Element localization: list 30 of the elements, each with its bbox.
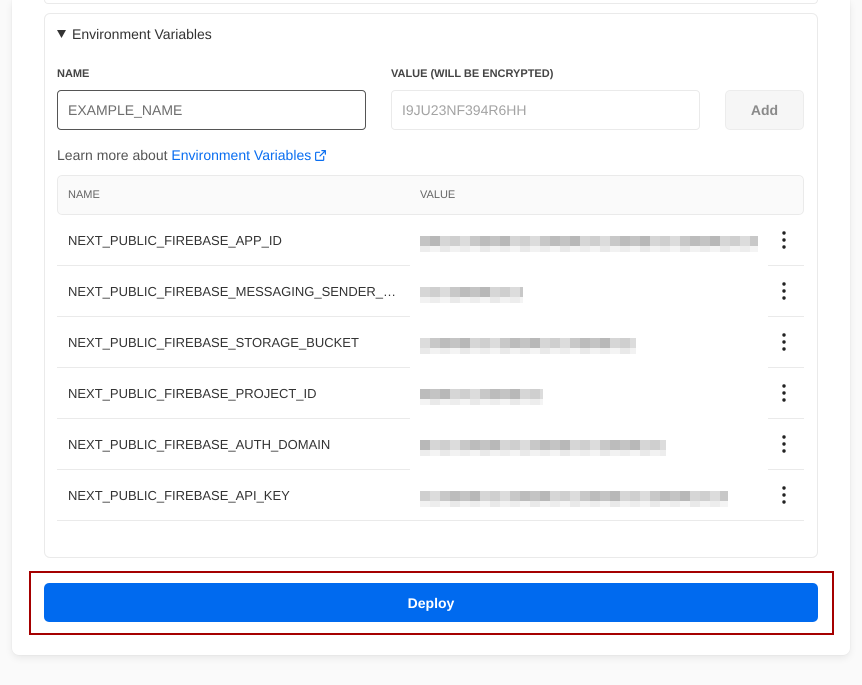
deploy-button[interactable]: Deploy xyxy=(44,583,818,622)
kebab-menu-icon xyxy=(782,282,786,300)
docs-link[interactable]: Environment Variables xyxy=(171,145,326,165)
variable-name: NEXT_PUBLIC_FIREBASE_MESSAGING_SENDER_… xyxy=(67,284,396,298)
row-menu-button[interactable] xyxy=(782,384,786,402)
row-menu-button[interactable] xyxy=(782,231,786,249)
value-input[interactable]: I9JU23NF394R6HH xyxy=(391,90,700,130)
row-menu-button[interactable] xyxy=(782,435,786,453)
row-menu-button[interactable] xyxy=(782,282,786,300)
kebab-menu-icon xyxy=(782,435,786,453)
section-toggle[interactable]: Environment Variables xyxy=(57,24,212,44)
field-label: VALUE (WILL BE ENCRYPTED) xyxy=(391,67,554,81)
learn-more-text: Learn more about Environment Variables xyxy=(57,145,804,165)
column-header: NAME xyxy=(67,189,100,201)
external-link-icon xyxy=(315,150,326,160)
variable-name: NEXT_PUBLIC_FIREBASE_API_KEY xyxy=(67,488,290,502)
row-menu-button[interactable] xyxy=(782,486,786,504)
name-input[interactable]: EXAMPLE_NAME xyxy=(57,90,366,130)
kebab-menu-icon xyxy=(782,333,786,351)
variable-name: NEXT_PUBLIC_FIREBASE_AUTH_DOMAIN xyxy=(67,436,330,452)
variable-name: NEXT_PUBLIC_FIREBASE_APP_ID xyxy=(67,232,282,248)
variable-name: NEXT_PUBLIC_FIREBASE_STORAGE_BUCKET xyxy=(67,334,359,350)
row-menu-button[interactable] xyxy=(782,333,786,351)
variable-name: NEXT_PUBLIC_FIREBASE_PROJECT_ID xyxy=(67,386,317,400)
kebab-menu-icon xyxy=(782,384,786,402)
kebab-menu-icon xyxy=(782,486,786,504)
caret-down-icon xyxy=(57,30,66,38)
field-label: NAME xyxy=(57,67,90,81)
kebab-menu-icon xyxy=(782,231,786,249)
column-header: VALUE xyxy=(419,189,456,201)
